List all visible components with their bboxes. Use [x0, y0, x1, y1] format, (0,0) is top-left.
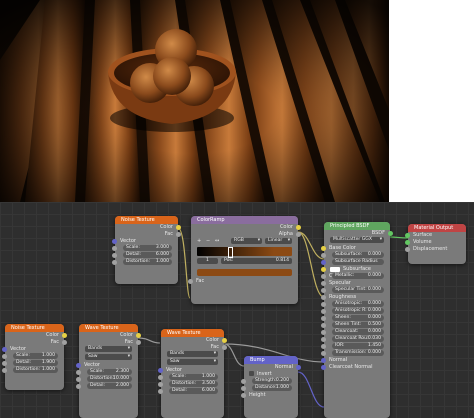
- output-color: Color: [5, 332, 67, 339]
- distance-field[interactable]: Distance: 1.000: [252, 385, 292, 391]
- input-displacement: Displacement: [405, 246, 466, 253]
- input-base-color: Base Color: [321, 245, 390, 252]
- position-field[interactable]: Pos: 0.814: [221, 258, 292, 264]
- add-stop-button[interactable]: +: [197, 238, 201, 245]
- input-volume: Volume: [405, 239, 466, 246]
- anisotropic-field[interactable]: Anisotropic: 0.000: [332, 301, 384, 307]
- transmission-field[interactable]: Transmission: 0.000: [332, 350, 384, 356]
- scale-field[interactable]: Scale: 2.300: [87, 369, 132, 375]
- output-alpha: Alpha: [191, 231, 301, 238]
- input-clearcoat-normal: Clearcoat Normal: [321, 364, 390, 371]
- noise-texture-node-2[interactable]: Noise Texture Color Fac Vector Scale: 1.0…: [2, 324, 67, 390]
- distribution-select[interactable]: Multiscatter GGX ▾: [330, 237, 384, 243]
- output-color: Color: [191, 224, 301, 231]
- input-vector: Vector: [76, 362, 138, 369]
- noise-texture-node[interactable]: Noise Texture Color Fac Vector Scale: 3.0…: [112, 216, 181, 284]
- colorramp-node[interactable]: ColorRamp Color Alpha + − ↔ RGB ▾ Linear ▾…: [188, 216, 301, 304]
- subsurface-radius-field[interactable]: Subsurface Radius: [332, 259, 384, 265]
- input-vector: Vector: [158, 367, 224, 374]
- node-title: Wave Texture: [161, 329, 224, 337]
- clearcoat-roughness-field[interactable]: Clearcoat Rou: 0.030: [332, 336, 384, 342]
- sheen-tint-field[interactable]: Sheen Tint: 0.500: [332, 322, 384, 328]
- bump-node[interactable]: Bump Normal Invert Strength: 0.200 Distan…: [241, 356, 301, 418]
- render-preview: [0, 0, 389, 202]
- stop-color-swatch[interactable]: [197, 269, 292, 276]
- output-color: Color: [161, 337, 227, 344]
- wooden-bowl-render-image: [0, 0, 389, 202]
- detail-field[interactable]: Detail: 2.000: [87, 383, 132, 389]
- node-title: Wave Texture: [79, 324, 138, 332]
- input-vector: Vector: [112, 238, 178, 245]
- specular-tint-field[interactable]: Specular Tint: 0.000: [332, 287, 384, 293]
- scale-field[interactable]: Scale: 1.000: [13, 353, 58, 359]
- interpolation-select[interactable]: Linear ▾: [265, 238, 292, 244]
- output-color: Color: [79, 332, 141, 339]
- scale-field[interactable]: Scale: 1.000: [169, 374, 218, 380]
- clearcoat-field[interactable]: Clearcoat: 0.000: [332, 329, 384, 335]
- input-fac: Fac: [188, 278, 298, 285]
- input-subsurface-color: Subsurface Color: [321, 266, 390, 279]
- distortion-field[interactable]: Distortion: 3.500: [169, 381, 218, 387]
- scale-field[interactable]: Scale: 3.000: [123, 245, 172, 251]
- input-height: Height: [241, 392, 298, 399]
- subsurface-field[interactable]: Subsurface: 0.000: [332, 252, 384, 258]
- detail-field[interactable]: Detail: 6.000: [169, 388, 218, 394]
- strength-field[interactable]: Strength: 0.200: [252, 378, 292, 384]
- node-title: Principled BSDF: [324, 222, 390, 230]
- output-fac: Fac: [5, 339, 67, 346]
- output-normal: Normal: [244, 364, 301, 371]
- output-color: Color: [115, 224, 181, 231]
- node-title: Material Output: [408, 224, 466, 232]
- flip-button[interactable]: ↔: [215, 238, 219, 245]
- distortion-field[interactable]: Distortion: 1.000: [13, 367, 58, 373]
- node-editor[interactable]: Noise Texture Color Fac Vector Scale: 3.0…: [0, 202, 474, 418]
- node-title: Noise Texture: [5, 324, 64, 332]
- metallic-field[interactable]: Metallic: 0.000: [332, 273, 384, 279]
- input-normal: Normal: [321, 357, 390, 364]
- output-fac: Fac: [161, 344, 227, 351]
- stop-index-field[interactable]: 1: [197, 258, 218, 264]
- sheen-field[interactable]: Sheen: 0.000: [332, 315, 384, 321]
- wave-texture-node[interactable]: Wave Texture Color Fac Bands ▾ Saw ▾ Vecto…: [76, 324, 141, 418]
- color-mode-select[interactable]: RGB ▾: [231, 238, 262, 244]
- invert-checkbox-row[interactable]: Invert: [244, 371, 298, 378]
- input-vector: Vector: [2, 346, 64, 353]
- material-output-node[interactable]: Material Output Surface Volume Displacem…: [405, 224, 466, 264]
- color-ramp-bar[interactable]: [197, 247, 292, 258]
- node-title: Noise Texture: [115, 216, 178, 224]
- principled-bsdf-node[interactable]: Principled BSDF BSDF Multiscatter GGX ▾ B…: [321, 222, 393, 418]
- input-roughness: Roughness: [321, 294, 390, 301]
- distortion-field[interactable]: Distortion: 10.000: [87, 376, 132, 382]
- node-title: Bump: [244, 356, 298, 364]
- output-fac: Fac: [115, 231, 181, 238]
- output-bsdf: BSDF: [324, 230, 393, 237]
- wave-type-select[interactable]: Bands ▾: [167, 351, 218, 357]
- output-fac: Fac: [79, 339, 141, 346]
- invert-checkbox[interactable]: [249, 371, 254, 376]
- wave-texture-node-2[interactable]: Wave Texture Color Fac Bands ▾ Saw ▾ Vecto…: [158, 329, 227, 418]
- detail-field[interactable]: Detail: 1.900: [13, 360, 58, 366]
- remove-stop-button[interactable]: −: [206, 238, 210, 245]
- wave-profile-select[interactable]: Saw ▾: [167, 359, 218, 365]
- subsurface-color-swatch[interactable]: [330, 267, 340, 272]
- wave-profile-select[interactable]: Saw ▾: [85, 354, 132, 360]
- ior-field[interactable]: IOR: 1.450: [332, 343, 384, 349]
- input-specular: Specular: [321, 280, 390, 287]
- node-title: ColorRamp: [191, 216, 298, 224]
- wave-type-select[interactable]: Bands ▾: [85, 346, 132, 352]
- input-surface: Surface: [405, 232, 466, 239]
- anisotropic-rotation-field[interactable]: Anisotropic R: 0.000: [332, 308, 384, 314]
- ramp-stop-handle[interactable]: [228, 247, 234, 258]
- distortion-field[interactable]: Distortion: 1.000: [123, 259, 172, 265]
- detail-field[interactable]: Detail: 6.000: [123, 252, 172, 258]
